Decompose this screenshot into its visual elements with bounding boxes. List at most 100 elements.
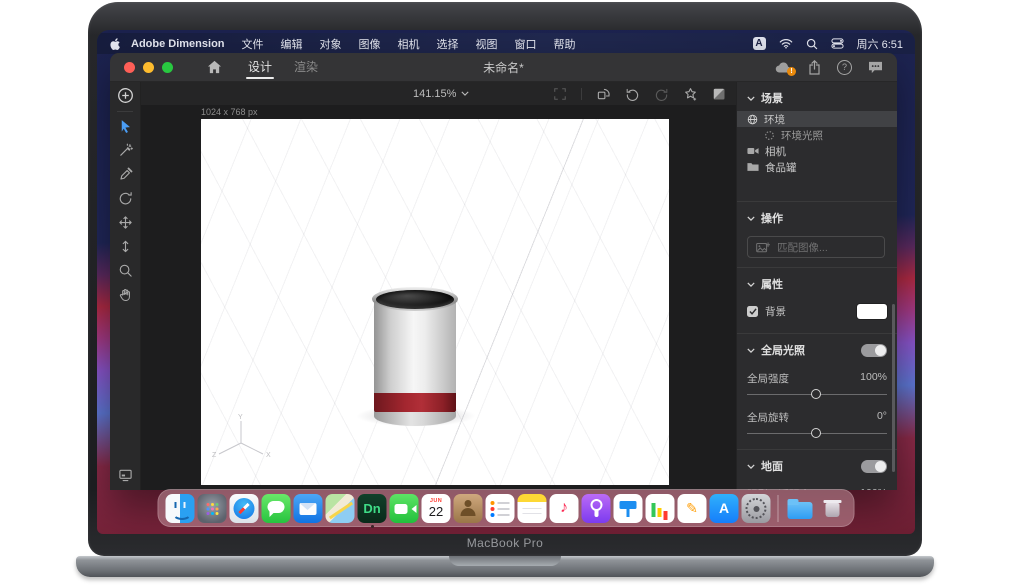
dock-icon-downloads-folder[interactable] <box>786 494 815 523</box>
global-rotation-slider[interactable] <box>747 427 887 441</box>
tab-design[interactable]: 设计 <box>248 53 272 81</box>
pan-tool[interactable] <box>118 215 133 230</box>
dock-icon-numbers[interactable] <box>646 494 675 523</box>
dock-icon-music[interactable]: ♪ <box>550 494 579 523</box>
dock-icon-mail[interactable] <box>294 494 323 523</box>
scene-node-environment-light[interactable]: 环境光照 <box>737 127 897 143</box>
artboard-size-label: 1024 x 768 px <box>201 107 258 117</box>
magic-wand-tool[interactable] <box>118 143 133 158</box>
zoom-window-button[interactable] <box>162 62 173 73</box>
appstore-glyph: A <box>719 500 729 516</box>
dock-icon-trash[interactable] <box>818 494 847 523</box>
select-tool[interactable] <box>118 119 133 134</box>
dock-icon-keynote[interactable] <box>614 494 643 523</box>
eyedropper-tool[interactable] <box>118 167 133 182</box>
dock-icon-launchpad[interactable] <box>198 494 227 523</box>
can-red-band <box>374 393 456 414</box>
screen: Adobe Dimension 文件 编辑 对象 图像 相机 选择 视图 窗口 … <box>97 30 915 534</box>
dock-icon-finder[interactable] <box>166 494 195 523</box>
wifi-icon[interactable] <box>779 38 793 49</box>
properties-section-header[interactable]: 属性 <box>737 268 897 297</box>
dock-icon-facetime[interactable] <box>390 494 419 523</box>
dimension-glyph: Dn <box>363 501 380 516</box>
feedback-icon[interactable] <box>868 61 883 74</box>
svg-text:X: X <box>266 452 271 459</box>
render-preview-icon[interactable] <box>712 87 726 101</box>
slider-knob[interactable] <box>811 428 821 438</box>
food-can-model[interactable] <box>372 287 458 427</box>
zoom-level-value: 141.15% <box>413 88 456 100</box>
scene-section-header[interactable]: 场景 <box>737 82 897 111</box>
apple-menu-icon[interactable] <box>109 37 121 51</box>
ground-toggle[interactable] <box>861 460 887 473</box>
dock-divider <box>778 495 779 522</box>
ground-section-header[interactable]: 地面 <box>737 450 897 479</box>
dock-icon-notes[interactable] <box>518 494 547 523</box>
orbit-tool[interactable] <box>118 191 133 206</box>
background-color-swatch[interactable] <box>857 304 887 319</box>
control-center-icon[interactable] <box>831 37 844 50</box>
match-image-button[interactable]: 匹配图像... <box>747 236 885 258</box>
viewport[interactable]: 1024 x 768 px Y X Z <box>141 106 736 490</box>
frame-selection-icon[interactable] <box>553 87 567 101</box>
svg-text:Y: Y <box>238 414 243 421</box>
global-lighting-section-header[interactable]: 全局光照 <box>737 334 897 363</box>
dock-icon-contacts[interactable] <box>454 494 483 523</box>
menubar-app-name[interactable]: Adobe Dimension <box>131 38 225 50</box>
dock-icon-system-preferences[interactable] <box>742 494 771 523</box>
dolly-tool[interactable] <box>118 239 133 254</box>
scene-node-environment[interactable]: 环境 <box>737 111 897 127</box>
laptop-base <box>76 556 934 577</box>
cloud-sync-icon[interactable]: ! <box>775 61 792 73</box>
actions-section-header[interactable]: 操作 <box>737 202 897 231</box>
menu-camera[interactable]: 相机 <box>398 36 420 52</box>
dock-icon-pages[interactable]: ✎ <box>678 494 707 523</box>
help-icon[interactable]: ? <box>837 60 852 75</box>
tab-render[interactable]: 渲染 <box>294 53 318 81</box>
menubar-clock[interactable]: 周六 6:51 <box>857 36 903 52</box>
menu-window[interactable]: 窗口 <box>515 36 537 52</box>
menu-select[interactable]: 选择 <box>437 36 459 52</box>
global-lighting-toggle[interactable] <box>861 344 887 357</box>
global-intensity-slider[interactable] <box>747 388 887 402</box>
dimension-window: 设计 渲染 未命名* ! ? <box>110 53 897 490</box>
slider-knob[interactable] <box>811 389 821 399</box>
camera-undo-icon[interactable] <box>625 87 640 101</box>
menu-edit[interactable]: 编辑 <box>281 36 303 52</box>
spotlight-search-icon[interactable] <box>806 38 818 50</box>
scene-node-food-can[interactable]: 食品罐 <box>737 159 897 175</box>
background-property-row: 背景 <box>737 297 897 323</box>
dock-icon-appstore[interactable]: A <box>710 494 739 523</box>
menu-object[interactable]: 对象 <box>320 36 342 52</box>
menu-file[interactable]: 文件 <box>242 36 264 52</box>
panel-scrollbar[interactable] <box>892 304 895 472</box>
zoom-tool[interactable] <box>118 263 133 278</box>
artboard[interactable]: Y X Z <box>201 119 669 485</box>
dock-icon-dimension[interactable]: Dn <box>358 494 387 523</box>
dock-icon-maps[interactable] <box>326 494 355 523</box>
background-checkbox[interactable] <box>747 306 758 317</box>
dock-icon-reminders[interactable] <box>486 494 515 523</box>
global-intensity-value: 100% <box>860 371 887 386</box>
dock-icon-safari[interactable] <box>230 494 259 523</box>
camera-orbit-icon[interactable] <box>596 87 611 101</box>
camera-bookmark-icon[interactable] <box>683 87 698 101</box>
home-button[interactable] <box>207 60 222 74</box>
camera-redo-icon[interactable] <box>654 87 669 101</box>
menu-help[interactable]: 帮助 <box>554 36 576 52</box>
dock-icon-podcasts[interactable] <box>582 494 611 523</box>
canvas-settings-button[interactable] <box>118 468 133 482</box>
scene-node-camera[interactable]: 相机 <box>737 143 897 159</box>
global-intensity-label: 全局强度 <box>747 371 789 386</box>
zoom-level-dropdown[interactable]: 141.15% <box>413 88 469 100</box>
input-source-icon[interactable]: A <box>753 37 766 50</box>
minimize-window-button[interactable] <box>143 62 154 73</box>
hand-tool[interactable] <box>118 287 133 302</box>
menu-image[interactable]: 图像 <box>359 36 381 52</box>
close-window-button[interactable] <box>124 62 135 73</box>
dock-icon-messages[interactable] <box>262 494 291 523</box>
add-content-button[interactable] <box>117 87 134 104</box>
dock-icon-calendar[interactable]: JUN 22 <box>422 494 451 523</box>
menu-view[interactable]: 视图 <box>476 36 498 52</box>
share-icon[interactable] <box>808 60 821 75</box>
